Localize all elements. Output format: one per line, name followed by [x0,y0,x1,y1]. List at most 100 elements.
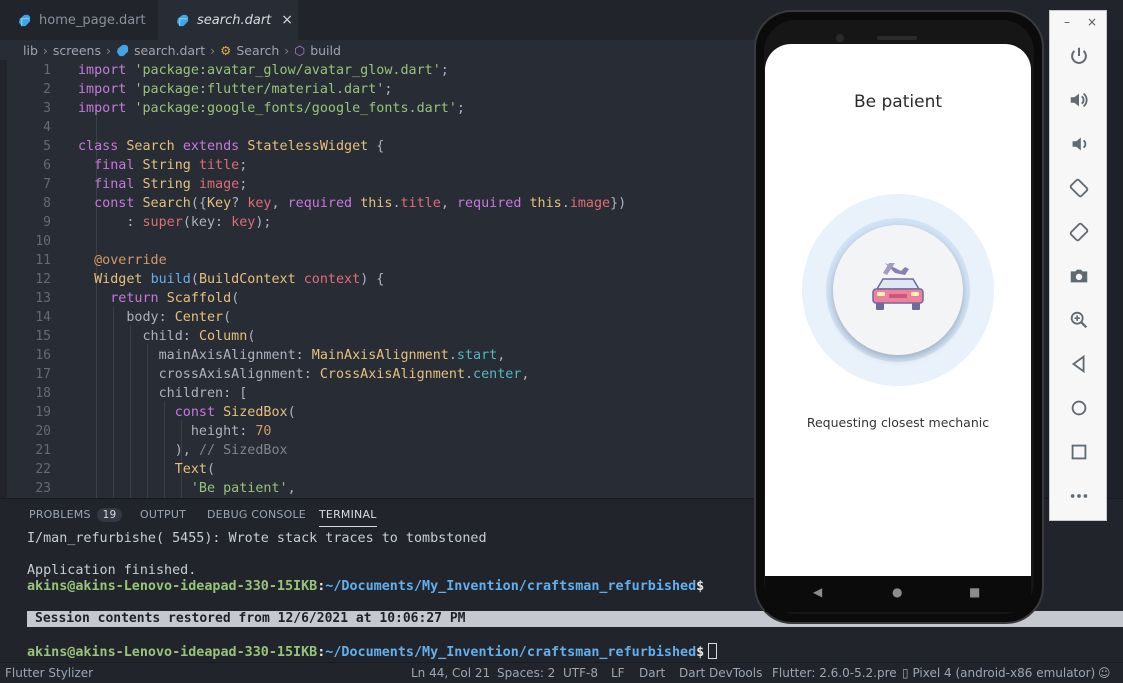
terminal-prompt: akins@akins-Lenovo-ideapad-330-15IKB:~/D… [27,579,704,594]
zoom-icon[interactable] [1050,309,1108,331]
code-token: ; [384,82,393,97]
camera-icon [836,34,844,42]
code-token: BuildContext [198,272,304,287]
status-flutter-stylizer[interactable]: Flutter Stylizer [5,666,93,680]
line-number: 18 [35,386,51,401]
emulator-toolbar: – × [1049,10,1107,521]
breadcrumb-item[interactable]: build [310,43,341,58]
more-icon[interactable] [1050,485,1108,507]
code-token: image [569,196,611,211]
tab-debug-console[interactable]: DEBUG CONSOLE [207,508,306,521]
status-flutter-version[interactable]: Flutter: 2.6.0-5.2.pre [772,666,897,680]
code-token: . [464,367,474,382]
code-token: (key: [182,215,232,230]
code-token: import [78,101,135,116]
prompt-user: akins@akins-Lenovo-ideapad-330-15IKB [27,645,318,660]
line-number: 10 [35,234,51,249]
tab-problems[interactable]: PROBLEMS 19 [29,508,123,522]
code-token: ? [231,196,248,211]
rotate-right-icon[interactable] [1050,221,1108,243]
status-devtools[interactable]: Dart DevTools [679,666,762,680]
status-eol[interactable]: LF [611,666,625,680]
code-token: , [497,348,506,363]
code-token: . [561,196,570,211]
code-token: 'package:flutter/material.dart' [134,82,385,97]
tab-search[interactable]: search.dart × [158,0,298,40]
close-icon[interactable]: × [281,12,293,28]
device-label: Pixel 4 (android-x86 emulator) [912,666,1096,680]
code-token: ( [207,462,216,477]
status-language[interactable]: Dart [639,666,665,680]
prompt-path: ~/Documents/My_Invention/craftsman_refur… [325,579,697,594]
terminal-prompt[interactable]: akins@akins-Lenovo-ideapad-330-15IKB:~/D… [27,643,718,660]
nav-home-button[interactable]: ● [892,585,902,599]
breadcrumb-item[interactable]: screens [53,43,101,58]
nav-overview-button[interactable]: ■ [969,585,980,599]
code-token: title [400,196,441,211]
power-icon[interactable] [1050,45,1108,67]
code-token: String [142,158,199,173]
tab-home-page[interactable]: home_page.dart [0,0,158,40]
code-token: center [473,367,522,382]
code-token: Key [207,196,232,211]
code-token: title [198,158,240,173]
back-icon[interactable] [1050,353,1108,375]
code-token: . [392,196,401,211]
code-token: SizedBox [223,405,288,420]
code-token: MainAxisAlignment [311,348,449,363]
panel-tab-bar: PROBLEMS 19 OUTPUT DEBUG CONSOLE TERMINAL [0,499,760,532]
code-token: Search [126,139,183,154]
code-token: ( [223,310,232,325]
code-token: 70 [255,424,272,439]
code-token: this [360,196,393,211]
code-token: @override [78,253,167,268]
tab-terminal[interactable]: TERMINAL [319,508,377,527]
code-token: context [303,272,361,287]
code-token: Search [142,196,191,211]
nav-back-button[interactable]: ◀ [813,585,822,599]
code-token: children: [ [78,386,248,401]
code-token: ({ [190,196,207,211]
tab-output[interactable]: OUTPUT [140,508,186,521]
line-number: 23 [35,481,51,496]
code-token: extends [182,139,248,154]
breadcrumb-item[interactable]: Search [236,43,279,58]
code-token: image [198,177,240,192]
status-cursor-position[interactable]: Ln 44, Col 21 [411,666,490,680]
breadcrumb-item[interactable]: search.dart [134,43,205,58]
dart-file-icon [176,14,189,26]
line-number: 1 [43,63,51,78]
code-token: required [287,196,361,211]
phone-screen[interactable]: Be patient Requesting closest mechanic [765,44,1031,576]
code-editor[interactable]: 1 import 'package:avatar_glow/avatar_glow… [0,60,760,498]
feedback-icon[interactable]: ☺ [1098,666,1111,680]
code-token: super [142,215,183,230]
overview-icon[interactable] [1050,441,1108,463]
phone-icon: ▯ [902,666,909,680]
code-token: final [78,177,143,192]
screen-subtitle: Requesting closest mechanic [806,415,990,430]
code-token: height: [78,424,256,439]
code-token: ; [239,158,248,173]
car-repair-icon [872,263,924,310]
close-button[interactable]: × [1087,15,1097,29]
rotate-left-icon[interactable] [1050,177,1108,199]
volume-down-icon[interactable] [1050,133,1108,155]
terminal-cursor [708,643,718,659]
minimize-button[interactable]: – [1064,15,1070,29]
home-icon[interactable] [1050,397,1108,419]
volume-up-icon[interactable] [1050,89,1108,111]
status-encoding[interactable]: UTF-8 [563,666,598,680]
code-token: ; [456,101,465,116]
dart-file-icon [116,44,129,56]
status-indentation[interactable]: Spaces: 2 [497,666,555,680]
code-token: ), [78,443,199,458]
camera-icon[interactable] [1050,265,1108,287]
status-device[interactable]: ▯ Pixel 4 (android-x86 emulator) [902,666,1095,680]
line-number: 4 [43,120,51,135]
line-number: 13 [35,291,51,306]
code-token: : [78,215,143,230]
breadcrumb-item[interactable]: lib [23,43,38,58]
chevron-right-icon: › [105,42,111,58]
